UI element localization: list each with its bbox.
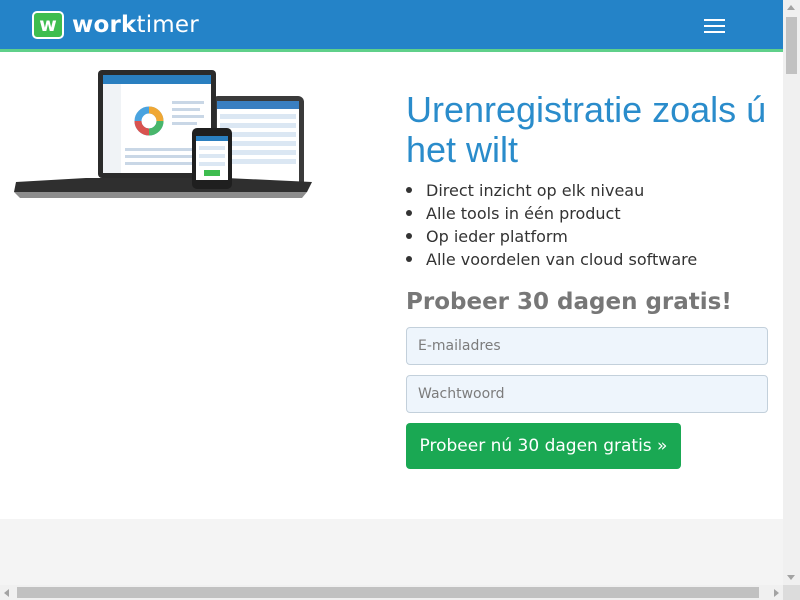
start-trial-button[interactable]: Probeer nú 30 dagen gratis »	[406, 423, 681, 469]
feature-item: Alle tools in één product	[406, 202, 776, 225]
page-headline: Urenregistratie zoals ú het wilt	[406, 89, 767, 170]
top-navbar: w worktimer	[0, 0, 783, 52]
vertical-scroll-thumb[interactable]	[786, 17, 797, 74]
brand-name-bold: work	[72, 12, 137, 38]
trial-heading: Probeer 30 dagen gratis!	[406, 289, 732, 315]
lower-content-section	[0, 519, 783, 585]
password-field[interactable]	[406, 375, 768, 413]
brand-logo-link[interactable]: w worktimer	[32, 11, 199, 39]
brand-name: worktimer	[72, 12, 199, 38]
horizontal-scrollbar[interactable]	[0, 585, 783, 600]
feature-item: Op ieder platform	[406, 225, 776, 248]
feature-item: Direct inzicht op elk niveau	[406, 179, 776, 202]
scroll-up-arrow-icon[interactable]	[787, 5, 795, 10]
devices-illustration	[14, 70, 312, 198]
feature-list: Direct inzicht op elk niveau Alle tools …	[406, 179, 776, 271]
scrollbar-corner	[783, 585, 800, 600]
email-field[interactable]	[406, 327, 768, 365]
scroll-down-arrow-icon[interactable]	[787, 575, 795, 580]
horizontal-scroll-thumb[interactable]	[17, 587, 759, 598]
feature-item: Alle voordelen van cloud software	[406, 248, 776, 271]
brand-name-rest: timer	[136, 12, 199, 38]
worktimer-logo-icon: w	[32, 11, 64, 39]
hamburger-menu-icon[interactable]	[697, 14, 733, 38]
scroll-left-arrow-icon[interactable]	[4, 589, 9, 597]
scroll-right-arrow-icon[interactable]	[774, 589, 779, 597]
vertical-scrollbar[interactable]	[783, 0, 800, 585]
